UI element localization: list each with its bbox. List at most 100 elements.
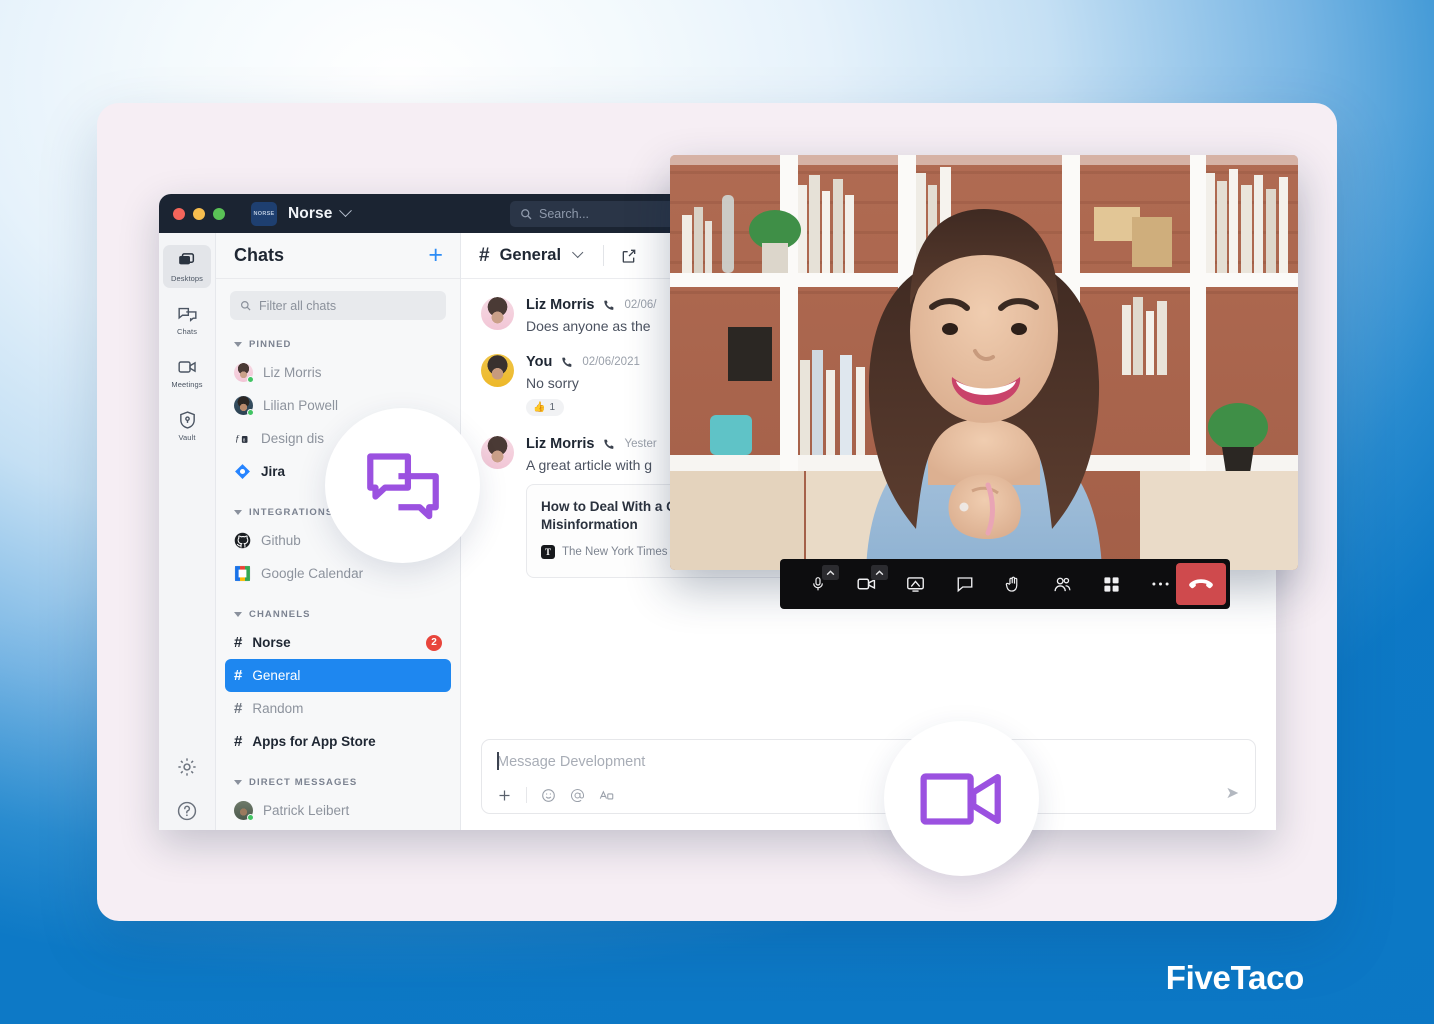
app-rail: Desktops Chats Meetings Vault [159,233,216,830]
hash-icon: # [234,667,243,684]
google-calendar-icon [234,565,251,582]
share-screen-button[interactable] [891,559,940,609]
presence-dot [247,376,254,383]
list-item-label: Github [261,533,301,548]
reaction-count: 1 [549,402,556,413]
avatar [234,363,254,383]
rail-label-vault: Vault [178,433,196,442]
group-header-direct-messages[interactable]: DIRECT MESSAGES [234,777,460,788]
sidebar-item-random[interactable]: # Random [225,692,451,725]
gear-icon[interactable] [176,756,198,778]
emoji-icon[interactable] [541,788,556,803]
search-icon [521,209,532,220]
workspace-logo-text: NORSE [253,210,275,217]
participants-button[interactable] [1038,559,1087,609]
video-participant-feed [670,155,1298,570]
group-header-channels[interactable]: CHANNELS [234,609,460,620]
raise-hand-button[interactable] [989,559,1038,609]
mention-at-icon[interactable] [570,788,585,803]
text-caret [497,752,499,770]
workspace-name[interactable]: Norse [288,205,332,223]
divider [526,787,527,803]
chevron-up-icon [826,569,835,575]
nyt-logo-icon: T [541,544,555,559]
message-timestamp: 02/06/2021 [582,356,640,368]
message-timestamp: Yester [624,438,657,450]
message-author: Liz Morris [526,297,595,313]
minimize-window-button[interactable] [193,207,205,220]
caret-down-icon [234,780,242,785]
video-options-caret[interactable] [871,565,888,580]
open-external-icon[interactable] [621,248,637,264]
filter-chats-placeholder: Filter all chats [259,298,337,313]
brand-logo: FiveTaco [1165,959,1305,996]
message-composer[interactable]: Message Development ➤ [481,739,1256,814]
github-icon [234,532,251,549]
share-screen-icon [907,576,924,592]
rail-label-chats: Chats [176,327,198,336]
rail-item-meetings[interactable]: Meetings [163,351,211,394]
close-window-button[interactable] [173,207,185,220]
message-header: Liz Morris 02/06/ [526,297,656,313]
list-item-label: Design dis [261,431,325,446]
avatar [481,297,514,330]
traffic-lights[interactable] [173,207,225,220]
rail-label-meetings: Meetings [171,380,203,389]
list-item-label: Patrick Leibert [263,803,350,818]
reaction-emoji: 👍 [533,402,546,413]
jira-icon [235,464,250,479]
send-icon[interactable]: ➤ [1226,783,1239,803]
participants-icon [1054,577,1071,591]
mute-button[interactable] [793,559,842,609]
caret-down-icon [234,342,242,347]
leave-call-button[interactable] [1176,563,1226,605]
sidebar-item-norse[interactable]: # Norse 2 [225,626,451,659]
caret-down-icon [234,612,242,617]
message-reaction[interactable]: 👍 1 [526,399,565,416]
sidebar-item-general[interactable]: # General [225,659,451,692]
stop-video-button[interactable] [842,559,891,609]
desktops-icon [178,253,194,265]
hangup-phone-icon [1189,579,1213,589]
mic-options-caret[interactable] [822,565,839,580]
workspace-logo: NORSE [251,201,277,226]
group-label: DIRECT MESSAGES [249,777,358,788]
help-question-icon[interactable] [176,800,198,822]
chats-icon [177,307,197,322]
sidebar-item-apps-for-app-store[interactable]: # Apps for App Store [225,725,451,758]
group-label: CHANNELS [249,609,311,620]
plus-icon[interactable] [497,788,512,803]
chat-bubble-icon [957,577,972,593]
group-header-pinned[interactable]: PINNED [234,339,460,350]
rail-item-desktops[interactable]: Desktops [163,245,211,288]
page-title: General [499,246,562,264]
avatar [481,436,514,469]
message-text: No sorry [526,375,579,391]
caret-down-icon [234,510,242,515]
meetings-icon [177,361,196,373]
grid-view-button[interactable] [1087,559,1136,609]
presence-dot [247,409,254,416]
filter-chats-input[interactable]: Filter all chats [230,291,446,320]
hash-icon: # [234,733,243,750]
search-icon [241,301,251,311]
list-item[interactable]: Liz Morris [225,356,451,389]
rail-item-vault[interactable]: Vault [163,404,211,447]
call-chat-button[interactable] [940,559,989,609]
list-item-label: General [252,668,301,683]
chevron-up-icon [875,569,884,575]
video-call-window [670,155,1298,570]
feature-bubble-chat [325,408,480,563]
rail-item-chats[interactable]: Chats [163,298,211,341]
text-format-icon[interactable] [599,788,614,803]
hash-icon: # [479,244,490,266]
feature-bubble-video [884,721,1039,876]
chevron-down-icon[interactable] [572,246,584,258]
new-chat-button[interactable]: + [428,243,443,268]
chevron-down-icon[interactable] [339,204,353,218]
unread-badge: 2 [426,634,442,651]
list-item[interactable]: Patrick Leibert [225,794,451,827]
zoom-window-button[interactable] [213,207,225,220]
list-item[interactable]: Google Calendar [225,557,451,590]
video-call-toolbar [780,559,1230,609]
